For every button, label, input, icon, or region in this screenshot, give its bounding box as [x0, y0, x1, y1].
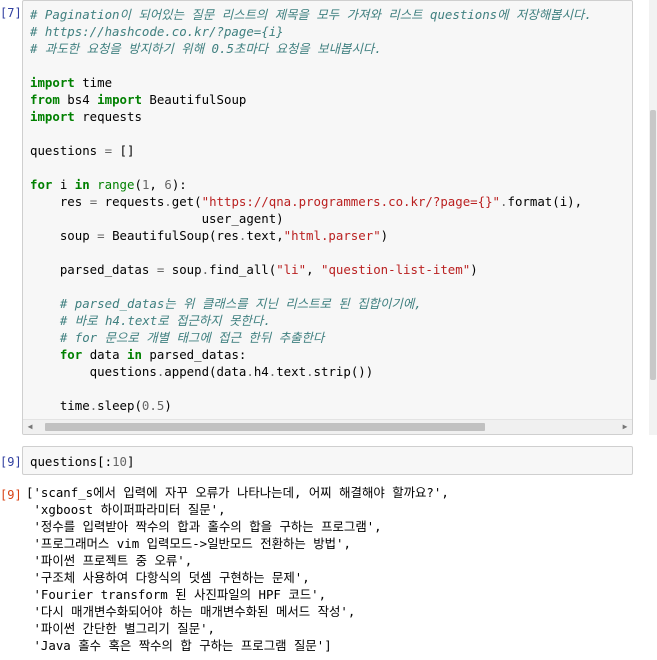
- code-line: questions.append(data.h4.text.strip()): [30, 364, 374, 379]
- code-line: for data in parsed_datas:: [59, 347, 247, 362]
- output-line: '다시 매개변수화되어야 하는 매개변수화된 메서드 작성',: [26, 604, 356, 619]
- chevron-right-icon[interactable]: ▶: [618, 420, 632, 434]
- code-line: questions = []: [30, 143, 135, 158]
- horizontal-scrollbar[interactable]: ◀ ▶: [23, 419, 632, 434]
- output-line: '정수를 입력받아 짝수의 합과 홀수의 합을 구하는 프로그램',: [26, 519, 382, 534]
- output-line: 'Java 홀수 혹은 짝수의 합 구하는 프로그램 질문']: [26, 638, 332, 653]
- code-editor[interactable]: questions[:10]: [30, 453, 632, 474]
- code-line: # for 문으로 개별 태그에 접근 한뒤 추출한다: [59, 330, 325, 345]
- chevron-left-icon[interactable]: ◀: [23, 420, 37, 434]
- code-line: # parsed_datas는 위 클래스를 지닌 리스트로 된 집합이기에,: [59, 296, 422, 311]
- code-line: parsed_datas = soup.find_all("li", "ques…: [30, 262, 478, 277]
- code-editor[interactable]: # Pagination이 되어있는 질문 리스트의 제목을 모두 가져와 리스…: [30, 6, 632, 420]
- cell-prompt: [9]:: [0, 455, 22, 469]
- code-line: # https://hashcode.co.kr/?page={i}: [30, 24, 284, 39]
- code-line: soup = BeautifulSoup(res.text,"html.pars…: [30, 228, 389, 243]
- code-line: questions[:10]: [30, 454, 135, 469]
- output-line: '구조체 사용하여 다항식의 덧셈 구현하는 문제',: [26, 570, 310, 585]
- code-line: # 과도한 요청을 방지하기 위해 0.5초마다 요청을 보내봅시다.: [30, 41, 382, 56]
- scrollbar-thumb[interactable]: [45, 423, 485, 431]
- code-line: import time: [30, 75, 113, 90]
- code-line: user_agent): [30, 211, 284, 226]
- code-line: import requests: [30, 109, 142, 124]
- code-text[interactable]: questions[:10]: [30, 453, 632, 470]
- code-cell[interactable]: questions[:10]: [22, 446, 633, 475]
- output-line: '프로그래머스 vim 입력모드->일반모드 전환하는 방법',: [26, 536, 351, 551]
- output-line: ['scanf_s에서 입력에 자꾸 오류가 나타나는데, 어찌 해결해야 할까…: [26, 485, 449, 500]
- code-line: time.sleep(0.5): [30, 398, 172, 413]
- cell-prompt: [7]:: [0, 6, 22, 20]
- code-line: res = requests.get("https://qna.programm…: [30, 194, 583, 209]
- output-prompt: [9]:: [0, 488, 22, 502]
- cell-output: ['scanf_s에서 입력에 자꾸 오류가 나타나는데, 어찌 해결해야 할까…: [26, 484, 626, 654]
- code-cell[interactable]: # Pagination이 되어있는 질문 리스트의 제목을 모두 가져와 리스…: [22, 0, 633, 435]
- output-line: '파이썬 간단한 별그리기 질문',: [26, 621, 216, 636]
- code-line: # Pagination이 되어있는 질문 리스트의 제목을 모두 가져와 리스…: [30, 7, 592, 22]
- code-line: for i in range(1, 6):: [30, 177, 187, 192]
- output-text: ['scanf_s에서 입력에 자꾸 오류가 나타나는데, 어찌 해결해야 할까…: [26, 484, 626, 654]
- code-line: # 바로 h4.text로 접근하지 못한다.: [59, 313, 271, 328]
- output-line: 'Fourier transform 된 사진파일의 HPF 코드',: [26, 587, 327, 602]
- output-line: '파이썬 프로젝트 중 오류',: [26, 553, 193, 568]
- output-line: 'xgboost 하이퍼파라미터 질문',: [26, 502, 226, 517]
- vertical-scrollbar-thumb[interactable]: [650, 110, 656, 380]
- vertical-scrollbar[interactable]: [649, 0, 657, 435]
- code-line: from bs4 import BeautifulSoup: [30, 92, 247, 107]
- code-text[interactable]: # Pagination이 되어있는 질문 리스트의 제목을 모두 가져와 리스…: [30, 6, 632, 414]
